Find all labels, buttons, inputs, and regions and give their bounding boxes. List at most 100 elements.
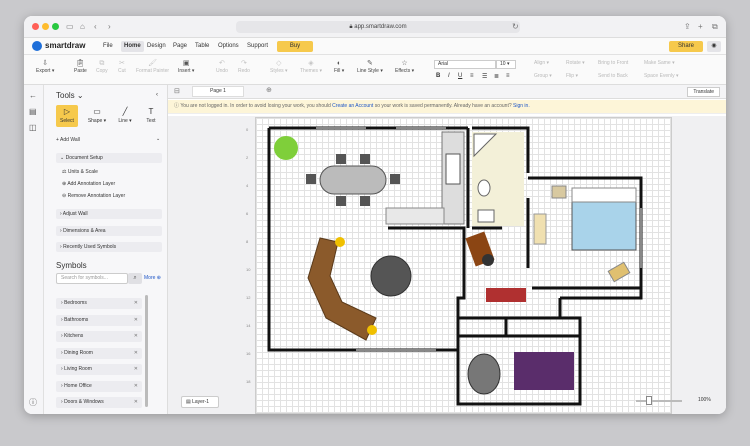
toilet[interactable]: [477, 179, 491, 197]
line-style-button[interactable]: ✎ Line Style ▾: [357, 59, 383, 74]
menu-home[interactable]: Home: [121, 41, 144, 52]
font-size-select[interactable]: 10 ▾: [496, 60, 516, 69]
close-dot-icon[interactable]: [32, 23, 39, 30]
library-kitchens[interactable]: › Kitchens ✕: [56, 331, 142, 342]
back-arrow-icon[interactable]: ‹: [94, 22, 97, 32]
bold-icon[interactable]: B: [436, 73, 440, 79]
insert-button[interactable]: ▣ Insert ▾: [178, 59, 194, 74]
remove-library-icon[interactable]: ✕: [134, 364, 138, 375]
chair[interactable]: [360, 154, 370, 164]
units-scale-item[interactable]: ⚖ Units & Scale: [62, 169, 98, 175]
library-doors-windows[interactable]: › Doors & Windows ✕: [56, 397, 142, 408]
export-button[interactable]: ⇩ Export ▾: [36, 59, 54, 74]
drawing-grid[interactable]: [255, 117, 672, 414]
nightstand[interactable]: [551, 185, 567, 199]
styles-button[interactable]: ◇ Styles ▾: [270, 59, 288, 74]
round-chair[interactable]: [467, 353, 501, 395]
dining-table[interactable]: [319, 165, 387, 195]
shape-tool[interactable]: ▭ Shape ▾: [86, 105, 108, 127]
line-tool[interactable]: ╱ Line ▾: [114, 105, 136, 127]
chair[interactable]: [360, 196, 370, 206]
sectional-sofa[interactable]: [307, 237, 377, 341]
sidebar-toggle-icon[interactable]: ▭: [66, 22, 74, 32]
library-icon[interactable]: ▤: [29, 107, 37, 116]
add-page-icon[interactable]: ⊕: [266, 86, 272, 94]
themes-button[interactable]: ◈ Themes ▾: [300, 59, 322, 74]
document-setup-section[interactable]: ⌄ Document Setup: [56, 153, 162, 163]
database-icon[interactable]: ◫: [29, 123, 37, 132]
maximize-dot-icon[interactable]: [52, 23, 59, 30]
plant[interactable]: [274, 136, 298, 160]
share-button[interactable]: Share: [669, 41, 703, 52]
make-same-button[interactable]: Make Same ▾: [644, 60, 675, 66]
menu-file[interactable]: File: [100, 41, 116, 52]
add-wall-button[interactable]: + Add Wall: [56, 137, 80, 143]
library-bedrooms[interactable]: › Bedrooms ✕: [56, 298, 142, 309]
help-icon[interactable]: ⓘ: [29, 397, 37, 408]
send-back-button[interactable]: Send to Back: [598, 73, 628, 79]
create-account-link[interactable]: Create an Account: [332, 103, 373, 109]
align-right-icon[interactable]: ≣: [494, 73, 499, 80]
select-tool[interactable]: ▷ Select: [56, 105, 78, 127]
paste-button[interactable]: 📋︎ Paste: [74, 59, 87, 74]
dresser[interactable]: [533, 213, 547, 245]
pages-icon[interactable]: ⊟: [174, 87, 180, 95]
remove-library-icon[interactable]: ✕: [134, 348, 138, 359]
remove-annotation-layer-item[interactable]: ⊖ Remove Annotation Layer: [62, 193, 125, 199]
back-arrow-icon[interactable]: ←: [29, 91, 37, 100]
cut-button[interactable]: ✂ Cut: [118, 59, 126, 74]
symbols-scrollbar[interactable]: [145, 295, 148, 407]
search-icon[interactable]: ⌕: [128, 273, 142, 284]
layer-button[interactable]: ▤ Layer-1: [181, 396, 219, 408]
menu-design[interactable]: Design: [144, 41, 169, 52]
tabs-icon[interactable]: ⧉: [712, 22, 718, 32]
remove-library-icon[interactable]: ✕: [134, 397, 138, 408]
adjust-wall-section[interactable]: › Adjust Wall: [56, 209, 162, 219]
share-icon[interactable]: ⇪: [684, 22, 691, 32]
tools-title[interactable]: Tools ⌄: [56, 91, 84, 100]
forward-arrow-icon[interactable]: ›: [108, 22, 111, 32]
menu-page[interactable]: Page: [170, 41, 190, 52]
kitchen-counter[interactable]: [385, 207, 445, 225]
redo-button[interactable]: ↷ Redo: [238, 59, 250, 74]
menu-table[interactable]: Table: [192, 41, 212, 52]
small-bed[interactable]: [514, 352, 574, 390]
chair[interactable]: [390, 174, 400, 184]
sign-in-link[interactable]: Sign in.: [513, 103, 530, 109]
tab-overview-icon[interactable]: ⌂: [80, 22, 85, 32]
format-painter-button[interactable]: 🖌︎ Format Painter: [136, 59, 169, 74]
undo-button[interactable]: ↶ Undo: [216, 59, 228, 74]
library-dining-room[interactable]: › Dining Room ✕: [56, 348, 142, 359]
buy-button[interactable]: Buy: [277, 41, 313, 52]
chair[interactable]: [607, 261, 631, 283]
new-tab-icon[interactable]: +: [698, 22, 703, 32]
group-button[interactable]: Group ▾: [534, 73, 552, 79]
menu-options[interactable]: Options: [215, 41, 242, 52]
text-tool[interactable]: T Text: [140, 105, 162, 127]
library-home-office[interactable]: › Home Office ✕: [56, 381, 142, 392]
collapse-panel-icon[interactable]: ‹: [156, 92, 158, 98]
remove-library-icon[interactable]: ✕: [134, 315, 138, 326]
rotate-button[interactable]: Rotate ▾: [566, 60, 585, 66]
stove[interactable]: [445, 153, 461, 185]
underline-icon[interactable]: U: [458, 73, 462, 79]
justify-icon[interactable]: ≡: [506, 73, 510, 79]
page-tab[interactable]: Page 1: [192, 86, 244, 97]
dimensions-area-section[interactable]: › Dimensions & Area: [56, 226, 162, 236]
align-button[interactable]: Align ▾: [534, 60, 549, 66]
floor-plan[interactable]: [256, 118, 673, 414]
zoom-slider[interactable]: [636, 400, 682, 402]
italic-icon[interactable]: I: [448, 73, 450, 79]
radiator[interactable]: [486, 288, 526, 302]
effects-button[interactable]: ☆ Effects ▾: [395, 59, 414, 74]
remove-library-icon[interactable]: ✕: [134, 331, 138, 342]
menu-support[interactable]: Support: [244, 41, 271, 52]
space-evenly-button[interactable]: Space Evenly ▾: [644, 73, 678, 79]
address-bar[interactable]: 🔒︎ app.smartdraw.com: [236, 21, 520, 33]
office-chair[interactable]: [482, 254, 494, 266]
align-center-icon[interactable]: ☰: [482, 73, 487, 80]
remove-library-icon[interactable]: ✕: [134, 298, 138, 309]
bring-front-button[interactable]: Bring to Front: [598, 60, 628, 66]
library-bathrooms[interactable]: › Bathrooms ✕: [56, 315, 142, 326]
zoom-slider-thumb[interactable]: [646, 396, 652, 405]
